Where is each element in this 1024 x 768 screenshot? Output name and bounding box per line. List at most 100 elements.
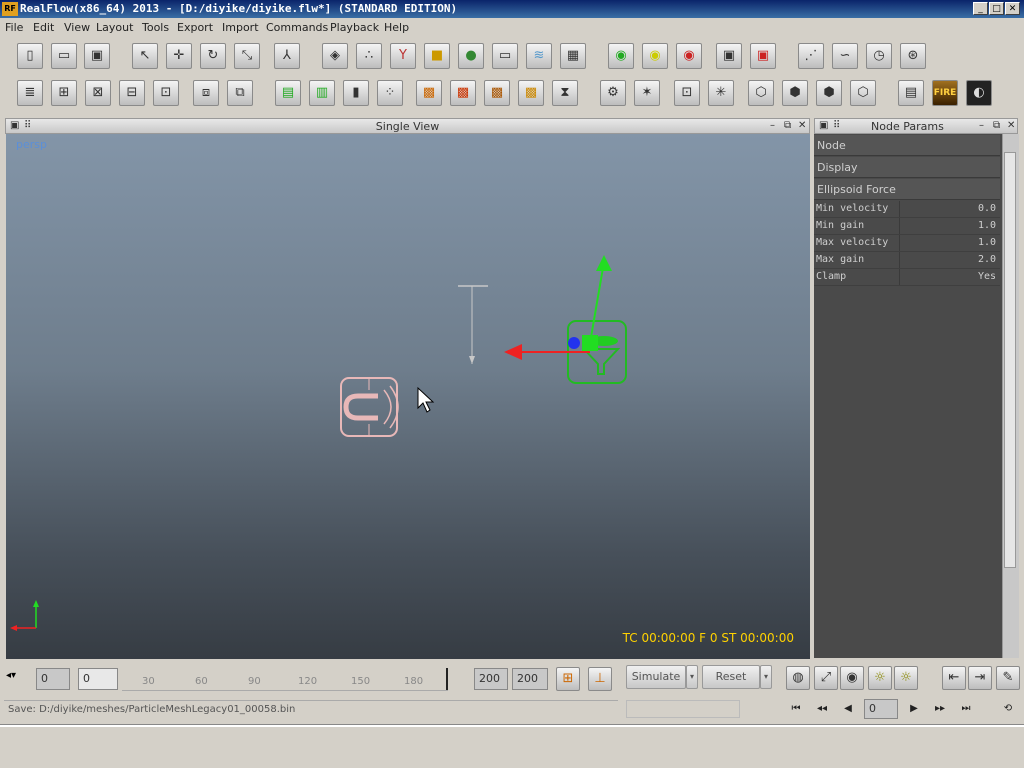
3d-viewport[interactable]: persp TC 00:00:00 F 0 ST 00:00:00 — [6, 134, 810, 659]
step-forward-icon[interactable]: ▸▸ — [930, 701, 950, 717]
param-row[interactable]: Min gain 1.0 — [814, 218, 1000, 235]
export-script-icon[interactable]: ⋰ — [798, 43, 824, 69]
select-icon[interactable]: ↖ — [132, 43, 158, 69]
sun-icon[interactable]: ☼ — [868, 666, 892, 690]
param-row[interactable]: Clamp Yes — [814, 269, 1000, 286]
previous-key-icon[interactable]: ⇤ — [942, 666, 966, 690]
mesh-icon[interactable]: ● — [458, 43, 484, 69]
rotate-icon[interactable]: ↻ — [200, 43, 226, 69]
list-icon[interactable]: ≣ — [17, 80, 43, 106]
save-cache-icon[interactable]: ▣ — [716, 43, 742, 69]
menu-import[interactable]: Import — [222, 21, 259, 34]
link-remove-icon[interactable]: ⊟ — [119, 80, 145, 106]
section-node[interactable]: Node — [814, 135, 1000, 156]
scale-icon[interactable]: ⤡ — [234, 43, 260, 69]
grid-object-icon[interactable]: ▦ — [560, 43, 586, 69]
layer-icon[interactable]: ◈ — [322, 43, 348, 69]
play-forward-icon[interactable]: ▶ — [904, 701, 924, 717]
menu-help[interactable]: Help — [384, 21, 409, 34]
stack-icon[interactable]: ▤ — [898, 80, 924, 106]
box-icon[interactable]: ⧈ — [193, 80, 219, 106]
export-icon[interactable]: ▤ — [275, 80, 301, 106]
cube-icon[interactable]: ■ — [424, 43, 450, 69]
menu-export[interactable]: Export — [177, 21, 213, 34]
reset-dropdown-icon[interactable]: ▾ — [760, 665, 772, 689]
node-params-grip-icon[interactable]: ⠿ — [833, 120, 840, 131]
playback-frame-field[interactable]: 0 — [864, 699, 898, 719]
viewport-float-icon[interactable]: ⧉ — [784, 120, 791, 131]
sun-alt-icon[interactable]: ☼ — [894, 666, 918, 690]
delete-cache-icon[interactable]: ▣ — [750, 43, 776, 69]
timeline-start-field[interactable]: 0 — [36, 668, 70, 690]
menu-commands[interactable]: Commands — [266, 21, 328, 34]
step-back-icon[interactable]: ◂◂ — [812, 701, 832, 717]
loop-icon[interactable]: ⟲ — [998, 701, 1018, 717]
texture4-icon[interactable]: ▩ — [518, 80, 544, 106]
param-value[interactable]: 1.0 — [978, 237, 996, 248]
menu-edit[interactable]: Edit — [33, 21, 54, 34]
texture3-icon[interactable]: ▩ — [484, 80, 510, 106]
axis-icon[interactable]: ⅄ — [274, 43, 300, 69]
cube-solid-icon[interactable]: ⬢ — [816, 80, 842, 106]
keyframe-icon[interactable]: ⊞ — [556, 667, 580, 691]
current-frame-field[interactable]: 0 — [78, 668, 118, 690]
fire-icon[interactable]: FIRE — [932, 80, 958, 106]
viewport-minimize-icon[interactable]: – — [770, 120, 775, 131]
param-value[interactable]: 2.0 — [978, 254, 996, 265]
film-icon[interactable]: ▥ — [309, 80, 335, 106]
box-burst-icon[interactable]: ✳ — [708, 80, 734, 106]
green-light-icon[interactable]: ◉ — [608, 43, 634, 69]
timeline-end-field[interactable]: 200 — [474, 668, 508, 690]
cube-outline-icon[interactable]: ⬢ — [782, 80, 808, 106]
section-ellipsoid-force[interactable]: Ellipsoid Force — [814, 179, 1000, 200]
key-set-icon[interactable]: ⊥ — [588, 667, 612, 691]
new-file-icon[interactable]: ▯ — [17, 43, 43, 69]
network-icon[interactable]: ⊛ — [900, 43, 926, 69]
play-backward-icon[interactable]: ◀ — [838, 701, 858, 717]
particles-icon[interactable]: ∴ — [356, 43, 382, 69]
dark-render-icon[interactable]: ◐ — [966, 80, 992, 106]
param-value[interactable]: 0.0 — [978, 203, 996, 214]
simulate-dropdown-icon[interactable]: ▾ — [686, 665, 698, 689]
move-icon[interactable]: ✛ — [166, 43, 192, 69]
cube-light-icon[interactable]: ⬡ — [850, 80, 876, 106]
gear-box-icon[interactable]: ⚙ — [600, 80, 626, 106]
daemon-icon[interactable]: Y — [390, 43, 416, 69]
texture1-icon[interactable]: ▩ — [416, 80, 442, 106]
node-params-scroll-thumb[interactable] — [1004, 152, 1016, 568]
texture2-icon[interactable]: ▩ — [450, 80, 476, 106]
dots-icon[interactable]: ⁘ — [377, 80, 403, 106]
link-add-icon[interactable]: ⊞ — [51, 80, 77, 106]
curve-editor-icon[interactable]: ⤢ — [814, 666, 838, 690]
red-light-icon[interactable]: ◉ — [676, 43, 702, 69]
maximize-button[interactable]: □ — [989, 2, 1004, 15]
open-file-icon[interactable]: ▭ — [51, 43, 77, 69]
timeline-max-field[interactable]: 200 — [512, 668, 548, 690]
reset-button[interactable]: Reset — [702, 665, 760, 689]
param-row[interactable]: Min velocity 0.0 — [814, 201, 1000, 218]
param-row[interactable]: Max gain 2.0 — [814, 252, 1000, 269]
timer-icon[interactable]: ◷ — [866, 43, 892, 69]
hourglass-icon[interactable]: ⧗ — [552, 80, 578, 106]
box-open-icon[interactable]: ⧉ — [227, 80, 253, 106]
param-value[interactable]: 1.0 — [978, 220, 996, 231]
next-key-icon[interactable]: ⇥ — [968, 666, 992, 690]
go-to-end-icon[interactable]: ⏭ — [956, 701, 976, 717]
node-params-float-icon[interactable]: ⧉ — [993, 120, 1000, 131]
camera-icon[interactable]: ▭ — [492, 43, 518, 69]
minimize-button[interactable]: _ — [973, 2, 988, 15]
wrench-icon[interactable]: ✎ — [996, 666, 1020, 690]
param-row[interactable]: Max velocity 1.0 — [814, 235, 1000, 252]
menu-layout[interactable]: Layout — [96, 21, 133, 34]
param-value[interactable]: Yes — [978, 271, 996, 282]
batch-icon[interactable]: ∽ — [832, 43, 858, 69]
spark-icon[interactable]: ✶ — [634, 80, 660, 106]
viewport-close-icon[interactable]: ✕ — [798, 120, 806, 131]
link-refresh-icon[interactable]: ⊡ — [153, 80, 179, 106]
menu-playback[interactable]: Playback — [330, 21, 379, 34]
link-check-icon[interactable]: ⊠ — [85, 80, 111, 106]
timeline-menu-icon[interactable]: ◂▾ — [6, 670, 16, 681]
wave-icon[interactable]: ≋ — [526, 43, 552, 69]
menu-file[interactable]: File — [5, 21, 23, 34]
menu-view[interactable]: View — [64, 21, 90, 34]
